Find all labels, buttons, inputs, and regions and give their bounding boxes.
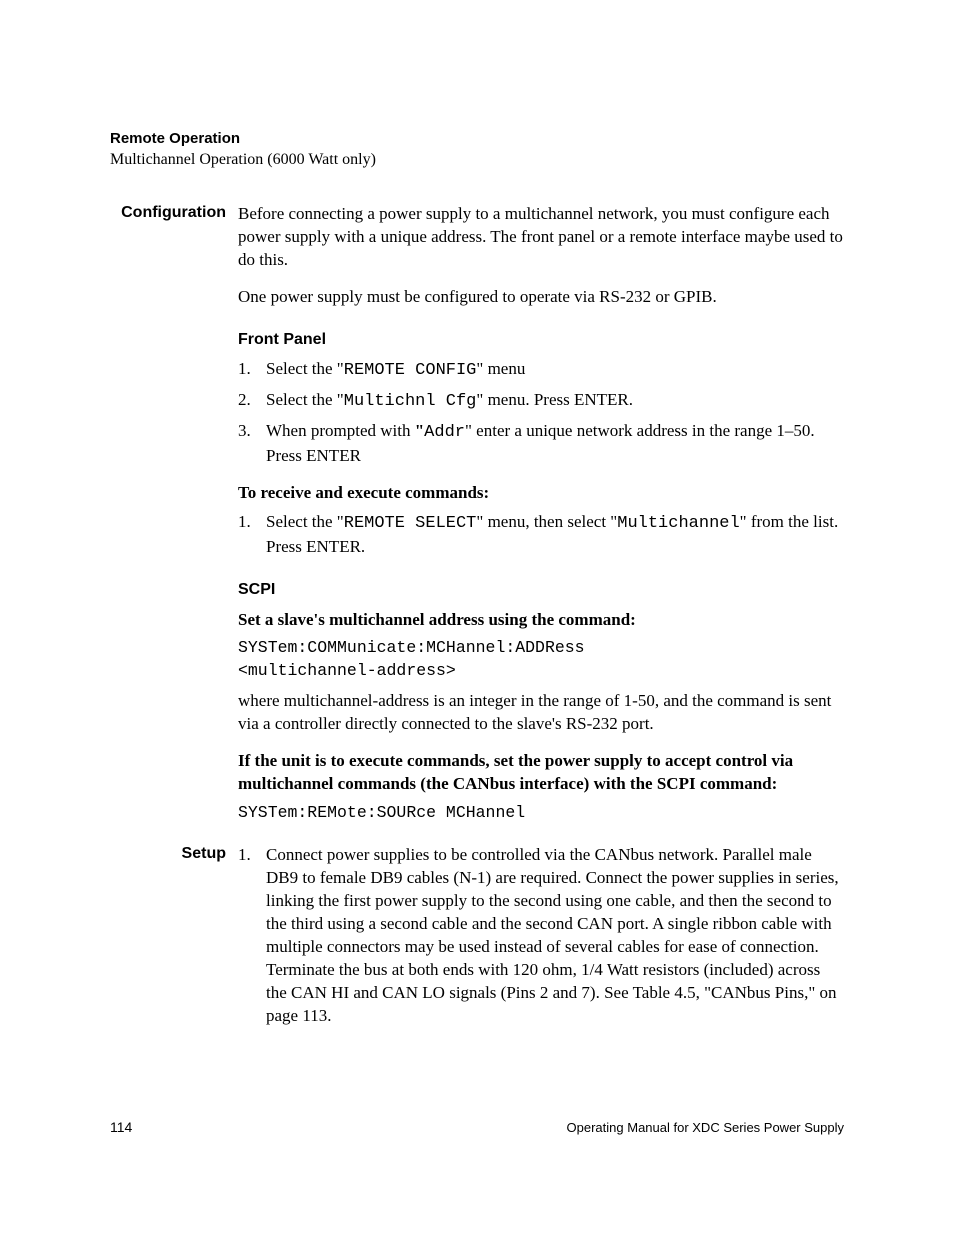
front-panel-heading: Front Panel <box>238 329 844 351</box>
page-number: 114 <box>110 1119 132 1135</box>
scpi-set-slave-cmd: SYSTem:COMMunicate:MCHannel:ADDRess <mul… <box>238 637 844 682</box>
setup-steps: 1.Connect power supplies to be controlle… <box>238 844 844 1028</box>
list-item: 1.Connect power supplies to be controlle… <box>238 844 844 1028</box>
list-item-number: 2. <box>238 389 266 414</box>
list-item-text: Connect power supplies to be controlled … <box>266 844 844 1028</box>
section-title: Remote Operation <box>110 130 844 147</box>
scpi-heading: SCPI <box>238 579 844 601</box>
setup-label: Setup <box>110 844 238 863</box>
list-item-number: 3. <box>238 420 266 468</box>
receive-exec-steps: 1.Select the "REMOTE SELECT" menu, then … <box>238 511 844 559</box>
scpi-where-text: where multichannel-address is an integer… <box>238 690 844 736</box>
list-item-text: Select the "REMOTE CONFIG" menu <box>266 358 844 383</box>
list-item: 3.When prompted with "Addr" enter a uniq… <box>238 420 844 468</box>
receive-exec-heading: To receive and execute commands: <box>238 482 844 505</box>
front-panel-steps: 1.Select the "REMOTE CONFIG" menu2.Selec… <box>238 358 844 468</box>
configuration-note: One power supply must be configured to o… <box>238 286 844 309</box>
scpi-if-unit-cmd: SYSTem:REMote:SOURce MCHannel <box>238 802 844 824</box>
list-item: 2.Select the "Multichnl Cfg" menu. Press… <box>238 389 844 414</box>
scpi-set-slave-heading: Set a slave's multichannel address using… <box>238 609 844 632</box>
list-item: 1.Select the "REMOTE CONFIG" menu <box>238 358 844 383</box>
list-item-number: 1. <box>238 511 266 559</box>
configuration-label: Configuration <box>110 203 238 222</box>
list-item-text: Select the "Multichnl Cfg" menu. Press E… <box>266 389 844 414</box>
list-item: 1.Select the "REMOTE SELECT" menu, then … <box>238 511 844 559</box>
list-item-number: 1. <box>238 844 266 1028</box>
section-subtitle: Multichannel Operation (6000 Watt only) <box>110 151 844 169</box>
footer-doc-title: Operating Manual for XDC Series Power Su… <box>567 1120 844 1135</box>
scpi-if-unit-heading: If the unit is to execute commands, set … <box>238 750 844 796</box>
list-item-text: When prompted with "Addr" enter a unique… <box>266 420 844 468</box>
configuration-intro: Before connecting a power supply to a mu… <box>238 203 844 272</box>
list-item-text: Select the "REMOTE SELECT" menu, then se… <box>266 511 844 559</box>
list-item-number: 1. <box>238 358 266 383</box>
